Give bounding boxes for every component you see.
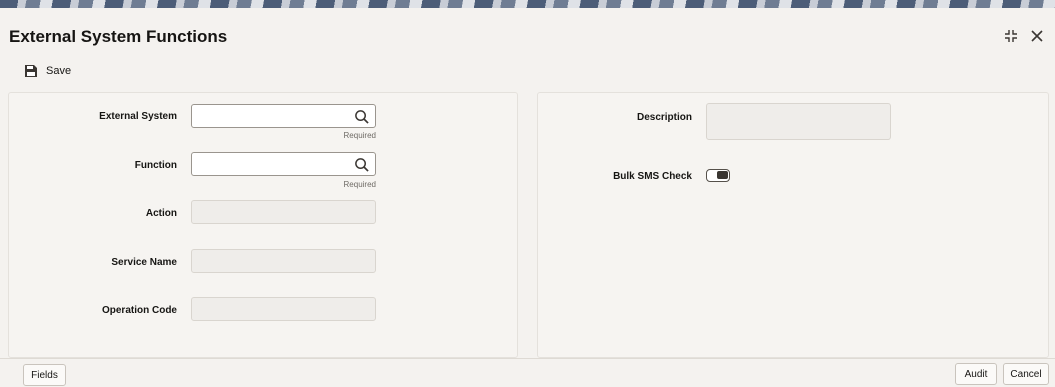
cancel-button[interactable]: Cancel [1003,363,1049,385]
toolbar: Save [0,58,1055,88]
service-name-field [191,249,376,273]
search-icon[interactable] [354,109,369,124]
window-controls [1003,28,1045,44]
external-system-input[interactable] [196,106,350,128]
fields-button[interactable]: Fields [23,364,66,386]
save-button[interactable]: Save [24,64,71,78]
service-name-input [196,251,350,273]
external-system-required-hint: Required [343,131,376,140]
description-label: Description [636,112,692,123]
function-input[interactable] [196,154,350,176]
page-title: External System Functions [9,27,228,46]
operation-code-label: Operation Code [101,305,177,316]
save-icon [25,65,37,77]
action-field [191,200,376,224]
function-field[interactable] [191,152,376,176]
operation-code-input [196,299,350,321]
action-input [196,202,350,224]
minimize-icon[interactable] [1003,28,1019,44]
description-field [706,103,891,140]
footer-bar: Fields Audit Cancel [0,358,1055,386]
function-label: Function [134,160,177,171]
operation-code-field [191,297,376,321]
close-icon[interactable] [1029,28,1045,44]
search-icon[interactable] [354,157,369,172]
form-panel-right: Description Bulk SMS Check [537,92,1049,358]
external-system-label: External System [99,111,177,122]
bulk-sms-check-toggle[interactable] [706,169,730,182]
save-label: Save [46,65,72,77]
external-system-field[interactable] [191,104,376,128]
header-banner [0,0,1055,8]
bulk-sms-check-label: Bulk SMS Check [613,171,692,182]
title-bar: External System Functions [0,8,1055,58]
toggle-knob [717,171,728,179]
function-required-hint: Required [343,180,376,189]
form-panel-left: External System Required Function Requir… [8,92,518,358]
service-name-label: Service Name [111,257,177,268]
action-label: Action [145,208,177,219]
audit-button[interactable]: Audit [955,363,997,385]
